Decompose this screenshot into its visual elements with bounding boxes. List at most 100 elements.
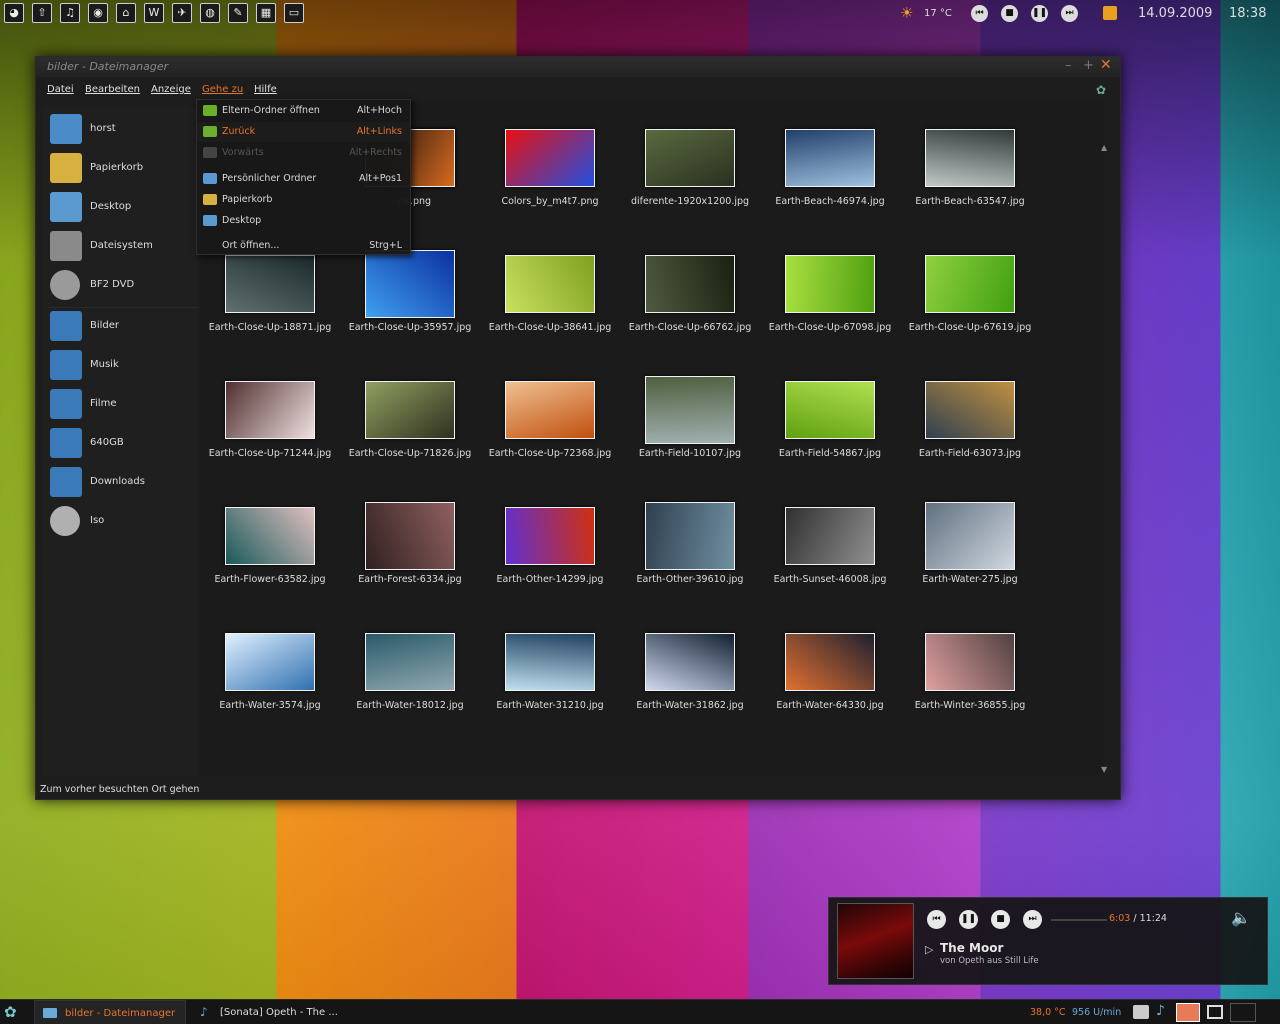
file-name[interactable]: Earth-Water-18012.jpg <box>340 700 480 711</box>
file-name[interactable]: Earth-Flower-63582.jpg <box>200 574 340 585</box>
file-name[interactable]: Earth-Other-39610.jpg <box>620 574 760 585</box>
next-track-icon[interactable]: ⏭ <box>1061 5 1078 22</box>
file-name[interactable]: Earth-Beach-46974.jpg <box>760 196 900 207</box>
app-launcher-1-icon[interactable]: ◕ <box>4 3 24 23</box>
file-name[interactable]: Earth-Field-10107.jpg <box>620 448 760 459</box>
file-name[interactable]: Colors_by_m4t7.png <box>480 196 620 207</box>
menu-gehe-zu[interactable]: Gehe zu <box>202 84 243 95</box>
thumbnail-image[interactable] <box>925 381 1015 439</box>
window-titlebar[interactable]: bilder - Dateimanager – + ✕ <box>36 57 1120 77</box>
thumbnail-image[interactable] <box>225 381 315 439</box>
task-file-manager[interactable]: bilder - Dateimanager <box>34 1000 186 1024</box>
scroll-down-icon[interactable]: ▼ <box>1101 765 1107 774</box>
file-name[interactable]: Earth-Water-31862.jpg <box>620 700 760 711</box>
volume-icon[interactable]: 🔈 <box>1231 908 1251 927</box>
goto-menu-item[interactable]: Papierkorb <box>197 190 410 210</box>
file-name[interactable]: Earth-Field-63073.jpg <box>900 448 1040 459</box>
file-name[interactable]: Earth-Close-Up-66762.jpg <box>620 322 760 333</box>
sonata-tray-icon[interactable]: ♪ <box>1156 1003 1165 1019</box>
player-previous-icon[interactable]: ⏮ <box>927 910 946 929</box>
thumbnail-image[interactable] <box>785 507 875 565</box>
goto-menu-item[interactable]: Eltern-Ordner öffnen Alt+Hoch <box>197 101 410 121</box>
thumbnail-image[interactable] <box>925 129 1015 187</box>
player-stop-icon[interactable]: ■ <box>991 910 1010 929</box>
thumbnail-image[interactable] <box>365 502 455 570</box>
previous-track-icon[interactable]: ⏮ <box>971 5 988 22</box>
file-name[interactable]: Earth-Close-Up-35957.jpg <box>340 322 480 333</box>
file-name[interactable]: Earth-Close-Up-72368.jpg <box>480 448 620 459</box>
file-name[interactable]: Earth-Water-31210.jpg <box>480 700 620 711</box>
thumbnail-image[interactable] <box>785 633 875 691</box>
pause-icon[interactable]: ❚❚ <box>1031 5 1048 22</box>
thumbnail-image[interactable] <box>785 129 875 187</box>
network-icon[interactable] <box>1133 1005 1149 1019</box>
app-launcher-7-icon[interactable]: ✈ <box>172 3 192 23</box>
thumbnail-image[interactable] <box>785 381 875 439</box>
thumbnail-image[interactable] <box>505 507 595 565</box>
file-name[interactable]: Earth-Forest-6334.jpg <box>340 574 480 585</box>
sidebar-item-papierkorb[interactable]: Papierkorb <box>42 150 198 188</box>
goto-menu-item[interactable]: Zurück Alt+Links <box>197 122 410 142</box>
file-name[interactable]: Earth-Close-Up-71826.jpg <box>340 448 480 459</box>
app-launcher-9-icon[interactable]: ✎ <box>228 3 248 23</box>
app-launcher-6-icon[interactable]: W <box>144 3 164 23</box>
desktop-pager-2[interactable] <box>1230 1003 1256 1022</box>
thumbnail-image[interactable] <box>225 507 315 565</box>
file-name[interactable]: Earth-Other-14299.jpg <box>480 574 620 585</box>
thumbnail-image[interactable] <box>645 129 735 187</box>
sidebar-item-horst[interactable]: horst <box>42 111 198 149</box>
sidebar-item-filme[interactable]: Filme <box>42 386 198 424</box>
menu-anzeige[interactable]: Anzeige <box>151 84 191 95</box>
app-launcher-11-icon[interactable]: ▭ <box>284 3 304 23</box>
goto-menu-item[interactable]: Desktop <box>197 211 410 231</box>
vertical-scrollbar[interactable]: ▲ ▼ <box>1098 143 1112 774</box>
menu-datei[interactable]: Datei <box>47 84 74 95</box>
thumbnail-image[interactable] <box>925 502 1015 570</box>
file-name[interactable]: Earth-Close-Up-71244.jpg <box>200 448 340 459</box>
task-sonata[interactable]: ♪ [Sonata] Opeth - The ... <box>196 1000 346 1024</box>
app-launcher-10-icon[interactable]: ▦ <box>256 3 276 23</box>
file-name[interactable]: Earth-Close-Up-38641.jpg <box>480 322 620 333</box>
thumbnail-image[interactable] <box>365 381 455 439</box>
thumbnail-image[interactable] <box>785 255 875 313</box>
thumbnail-image[interactable] <box>365 250 455 318</box>
app-launcher-8-icon[interactable]: ◍ <box>200 3 220 23</box>
app-launcher-5-icon[interactable]: ⌂ <box>116 3 136 23</box>
thumbnail-image[interactable] <box>505 633 595 691</box>
app-launcher-4-icon[interactable]: ◉ <box>88 3 108 23</box>
file-name[interactable]: Earth-Close-Up-67619.jpg <box>900 322 1040 333</box>
thumbnail-image[interactable] <box>925 255 1015 313</box>
file-name[interactable]: Earth-Beach-63547.jpg <box>900 196 1040 207</box>
file-name[interactable]: Earth-Winter-36855.jpg <box>900 700 1040 711</box>
thumbnail-image[interactable] <box>645 633 735 691</box>
scroll-up-icon[interactable]: ▲ <box>1101 143 1107 152</box>
thumbnail-image[interactable] <box>505 129 595 187</box>
weather-icon[interactable]: ☀ <box>900 4 913 22</box>
thumbnail-image[interactable] <box>225 633 315 691</box>
file-name[interactable]: Earth-Sunset-46008.jpg <box>760 574 900 585</box>
thumbnail-image[interactable] <box>505 381 595 439</box>
goto-menu-item[interactable]: Persönlicher Ordner Alt+Pos1 <box>197 169 410 189</box>
thumbnail-image[interactable] <box>925 633 1015 691</box>
sidebar-item-bilder[interactable]: Bilder <box>42 308 198 346</box>
file-name[interactable]: Earth-Close-Up-18871.jpg <box>200 322 340 333</box>
file-name[interactable]: Earth-Field-54867.jpg <box>760 448 900 459</box>
kde-menu-icon[interactable]: ✿ <box>4 1003 17 1021</box>
file-name[interactable]: Earth-Water-3574.jpg <box>200 700 340 711</box>
thumbnail-image[interactable] <box>645 255 735 313</box>
file-name[interactable]: Earth-Water-275.jpg <box>900 574 1040 585</box>
menu-hilfe[interactable]: Hilfe <box>254 84 277 95</box>
sidebar-item-bf2-dvd[interactable]: BF2 DVD <box>42 267 198 305</box>
app-launcher-2-icon[interactable]: ⇧ <box>32 3 52 23</box>
show-desktop-icon[interactable] <box>1207 1005 1223 1019</box>
goto-menu-item[interactable]: Ort öffnen... Strg+L <box>197 236 410 256</box>
thumbnail-image[interactable] <box>645 376 735 444</box>
menu-bearbeiten[interactable]: Bearbeiten <box>85 84 140 95</box>
close-icon[interactable]: ✕ <box>1100 57 1112 73</box>
player-next-icon[interactable]: ⏭ <box>1023 910 1042 929</box>
sidebar-item-640gb[interactable]: 640GB <box>42 425 198 463</box>
play-triangle-icon[interactable]: ▷ <box>925 943 933 956</box>
desktop-pager-1[interactable] <box>1176 1003 1200 1022</box>
sidebar-item-downloads[interactable]: Downloads <box>42 464 198 502</box>
file-name[interactable]: diferente-1920x1200.jpg <box>620 196 760 207</box>
